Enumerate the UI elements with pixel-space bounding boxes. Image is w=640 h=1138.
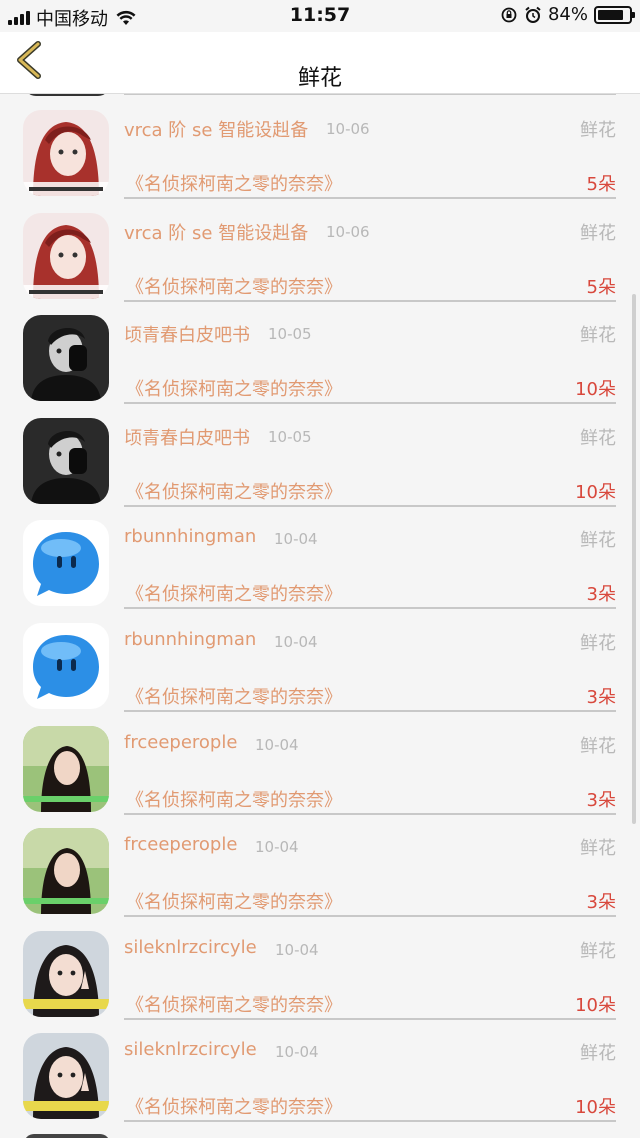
list-item[interactable]: rbunnhingman 10-04 鲜花 《名侦探柯南之零的奈奈》 3朵 <box>0 506 640 610</box>
flower-count: 3朵 <box>586 687 616 708</box>
avatar-image <box>23 520 109 607</box>
gift-type: 鲜花 <box>580 530 616 552</box>
flower-count: 10朵 <box>575 481 616 503</box>
gift-date: 10-05 <box>268 325 312 344</box>
avatar-image <box>23 623 109 709</box>
gift-date: 10-04 <box>255 735 299 754</box>
nav-bar: 鲜花 <box>0 32 640 94</box>
avatar-image <box>23 212 109 299</box>
list-item[interactable]: frceeperople 10-04 鲜花 《名侦探柯南之零的奈奈》 3朵 <box>0 814 640 918</box>
status-right: 84% <box>500 4 635 25</box>
avatar[interactable] <box>23 315 109 402</box>
list-item[interactable]: sileknlrzcircyle 10-04 鲜花 《名侦探柯南之零的奈奈》 1… <box>0 917 640 1020</box>
avatar[interactable] <box>23 417 109 504</box>
gift-date: 10-06 <box>326 120 370 138</box>
flower-record-list[interactable]: vrca 阶 se 智能设赳备 10-06 鲜花 《名侦探柯南之零的奈奈》 5朵… <box>0 94 640 1138</box>
row-divider <box>124 1120 616 1123</box>
battery-percent: 84% <box>547 4 588 25</box>
gift-type: 鲜花 <box>580 222 616 244</box>
book-title[interactable]: 《名侦探柯南之零的奈奈》 <box>126 991 342 1017</box>
book-title[interactable]: 《名侦探柯南之零的奈奈》 <box>126 683 342 709</box>
gift-date: 10-04 <box>275 940 319 959</box>
user-name[interactable]: frceeperople <box>124 732 237 753</box>
user-name[interactable]: frceeperople <box>124 834 237 855</box>
gift-date: 10-05 <box>268 427 312 446</box>
user-name[interactable]: sileknlrzcircyle <box>124 937 257 958</box>
gift-date: 10-04 <box>274 633 318 651</box>
avatar[interactable] <box>23 1033 109 1120</box>
gift-type: 鲜花 <box>580 325 616 347</box>
user-name[interactable]: vrca 阶 se 智能设赳备 <box>124 116 308 142</box>
user-name[interactable]: rbunnhingman <box>124 629 256 650</box>
gift-type: 鲜花 <box>580 633 616 654</box>
gift-date: 10-04 <box>274 530 318 549</box>
status-bar: 中国移动 11:57 84% <box>0 0 640 32</box>
user-name[interactable]: rbunnhingman <box>124 526 256 547</box>
next-row-avatar <box>24 1134 110 1138</box>
avatar-image <box>23 315 109 402</box>
avatar[interactable] <box>23 725 109 812</box>
avatar[interactable] <box>23 623 109 709</box>
gift-date: 10-04 <box>255 838 299 857</box>
user-name[interactable]: 顷青春白皮吧书 <box>124 321 250 347</box>
flower-count: 10朵 <box>575 379 616 401</box>
avatar-image <box>23 1033 109 1120</box>
avatar-image <box>23 828 109 915</box>
orientation-lock-icon <box>501 7 517 22</box>
avatar-image <box>23 110 109 196</box>
avatar-image <box>23 417 109 504</box>
book-title[interactable]: 《名侦探柯南之零的奈奈》 <box>126 786 342 812</box>
book-title[interactable]: 《名侦探柯南之零的奈奈》 <box>126 888 342 914</box>
book-title[interactable]: 《名侦探柯南之零的奈奈》 <box>126 478 342 504</box>
gift-type: 鲜花 <box>580 427 616 449</box>
gift-date: 10-04 <box>275 1043 319 1062</box>
avatar[interactable] <box>23 212 109 299</box>
avatar[interactable] <box>23 110 109 196</box>
flower-count: 5朵 <box>586 174 616 195</box>
avatar[interactable] <box>23 520 109 607</box>
flower-count: 3朵 <box>586 892 616 914</box>
book-title[interactable]: 《名侦探柯南之零的奈奈》 <box>126 375 342 401</box>
book-title[interactable]: 《名侦探柯南之零的奈奈》 <box>126 1093 342 1119</box>
list-item[interactable]: frceeperople 10-04 鲜花 《名侦探柯南之零的奈奈》 3朵 <box>0 712 640 815</box>
list-item[interactable]: rbunnhingman 10-04 鲜花 《名侦探柯南之零的奈奈》 3朵 <box>0 609 640 712</box>
gift-date: 10-06 <box>326 222 370 241</box>
flower-count: 10朵 <box>575 1097 616 1119</box>
user-name[interactable]: vrca 阶 se 智能设赳备 <box>124 219 308 245</box>
flower-count: 3朵 <box>586 584 616 606</box>
avatar[interactable] <box>23 930 109 1017</box>
gift-type: 鲜花 <box>580 120 616 141</box>
gift-type: 鲜花 <box>580 838 616 860</box>
avatar-image <box>23 725 109 812</box>
avatar[interactable] <box>23 828 109 915</box>
list-item[interactable]: sileknlrzcircyle 10-04 鲜花 《名侦探柯南之零的奈奈》 1… <box>0 1019 640 1123</box>
list-item[interactable]: vrca 阶 se 智能设赳备 10-06 鲜花 《名侦探柯南之零的奈奈》 5朵 <box>0 96 640 199</box>
user-name[interactable]: 顷青春白皮吧书 <box>124 424 250 450</box>
book-title[interactable]: 《名侦探柯南之零的奈奈》 <box>126 273 342 299</box>
flower-count: 3朵 <box>586 789 616 811</box>
row-divider <box>124 94 616 95</box>
list-item[interactable]: 顷青春白皮吧书 10-05 鲜花 《名侦探柯南之零的奈奈》 10朵 <box>0 404 640 507</box>
gift-type: 鲜花 <box>580 940 616 962</box>
avatar-image <box>23 930 109 1017</box>
flower-count: 10朵 <box>575 994 616 1016</box>
alarm-icon <box>525 6 541 23</box>
list-item[interactable]: vrca 阶 se 智能设赳备 10-06 鲜花 《名侦探柯南之零的奈奈》 5朵 <box>0 199 640 302</box>
book-title[interactable]: 《名侦探柯南之零的奈奈》 <box>126 580 342 606</box>
gift-type: 鲜花 <box>580 1043 616 1065</box>
list-item[interactable]: 顷青春白皮吧书 10-05 鲜花 《名侦探柯南之零的奈奈》 10朵 <box>0 301 640 405</box>
flower-count: 5朵 <box>586 276 616 298</box>
gift-type: 鲜花 <box>580 735 616 757</box>
user-name[interactable]: sileknlrzcircyle <box>124 1039 257 1060</box>
page-title: 鲜花 <box>297 66 342 91</box>
battery-icon <box>594 5 635 24</box>
book-title[interactable]: 《名侦探柯南之零的奈奈》 <box>126 170 342 196</box>
